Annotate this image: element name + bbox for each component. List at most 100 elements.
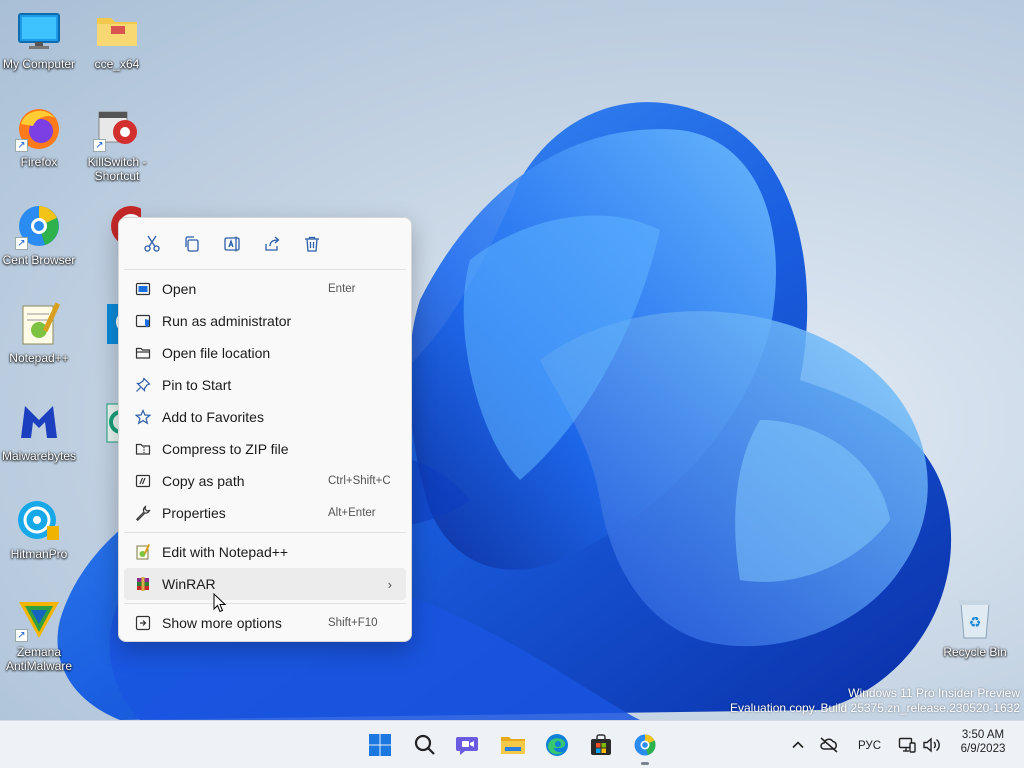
monitor-icon — [15, 6, 63, 54]
menu-item-edit-with-notepad-plus-plus[interactable]: Edit with Notepad++ — [124, 536, 406, 568]
menu-item-add-to-favorites[interactable]: Add to Favorites — [124, 401, 406, 433]
menu-item-open[interactable]: Open Enter — [124, 273, 406, 305]
menu-item-label: Compress to ZIP file — [162, 441, 289, 457]
zemana-icon: ↗ — [15, 594, 63, 642]
pin-icon — [136, 377, 151, 392]
taskbar-file-explorer-button[interactable] — [495, 729, 531, 761]
svg-text:♻: ♻ — [969, 615, 982, 631]
zip-icon — [135, 443, 151, 455]
tray-language[interactable]: РУС — [858, 740, 881, 752]
watermark-line-1: Windows 11 Pro Insider Preview — [848, 686, 1020, 700]
wrench-icon — [135, 505, 151, 521]
taskbar-search-button[interactable] — [407, 729, 443, 761]
desktop-icon-label: Malwarebytes — [1, 449, 77, 463]
cut-button[interactable] — [132, 226, 172, 262]
menu-item-label: Run as administrator — [162, 313, 292, 329]
context-menu: Open Enter Run as administrator Open fil… — [118, 217, 412, 642]
firefox-icon: ↗ — [15, 104, 63, 152]
desktop-icon-killswitch[interactable]: ↗ KillSwitch - Shortcut — [78, 98, 156, 190]
menu-item-compress-to-zip[interactable]: Compress to ZIP file — [124, 433, 406, 465]
cent-browser-icon — [634, 734, 656, 756]
chevron-right-icon: › — [387, 576, 392, 592]
menu-item-label: Copy as path — [162, 473, 245, 489]
menu-item-label: Properties — [162, 505, 226, 521]
menu-item-shortcut: Ctrl+Shift+C — [328, 475, 391, 487]
menu-item-shortcut: Shift+F10 — [328, 617, 378, 629]
shortcut-arrow-icon: ↗ — [15, 629, 28, 642]
folder-outline-icon — [135, 347, 151, 359]
cent-browser-icon: ↗ — [15, 202, 63, 250]
copy-icon — [185, 236, 199, 252]
taskbar-edge-button[interactable] — [539, 729, 575, 761]
menu-item-copy-as-path[interactable]: Copy as path Ctrl+Shift+C — [124, 465, 406, 497]
evaluation-watermark: Windows 11 Pro Insider Preview Evaluatio… — [730, 686, 1020, 716]
menu-item-show-more-options[interactable]: Show more options Shift+F10 — [124, 607, 406, 639]
mouse-cursor-icon — [213, 593, 227, 613]
desktop-icon-label: Zemana AntiMalware — [5, 645, 73, 673]
tray-network-button[interactable] — [814, 729, 844, 761]
desktop-icon-label: Cent Browser — [2, 253, 76, 267]
menu-separator — [124, 269, 406, 270]
notepad-plus-plus-icon — [136, 544, 151, 560]
copy-button[interactable] — [172, 226, 212, 262]
tray-volume-button[interactable] — [918, 729, 946, 761]
running-indicator — [641, 762, 649, 765]
menu-item-run-as-administrator[interactable]: Run as administrator — [124, 305, 406, 337]
star-icon — [135, 409, 151, 425]
desktop-icon-label: cce_x64 — [94, 57, 140, 71]
menu-item-label: Add to Favorites — [162, 409, 264, 425]
scissors-icon — [144, 235, 160, 252]
tray-show-hidden-icons[interactable] — [784, 729, 812, 761]
menu-item-label: Open — [162, 281, 197, 297]
taskbar: РУС 3:50 AM 6/9/2023 — [0, 720, 1024, 768]
watermark-line-2: Evaluation copy. Build 25375.zn_release.… — [730, 701, 1020, 715]
context-menu-toolbar — [124, 222, 406, 266]
rename-button[interactable] — [212, 226, 252, 262]
menu-item-shortcut: Alt+Enter — [328, 507, 376, 519]
windows-logo-icon — [369, 734, 391, 756]
share-button[interactable] — [252, 226, 292, 262]
shield-icon — [135, 314, 151, 328]
taskbar-store-button[interactable] — [583, 729, 619, 761]
folder-icon — [93, 6, 141, 54]
tray-date: 6/9/2023 — [960, 743, 1006, 755]
taskbar-chat-button[interactable] — [450, 729, 486, 761]
menu-item-winrar[interactable]: WinRAR › — [124, 568, 406, 600]
desktop-icon-firefox[interactable]: ↗ Firefox — [0, 98, 78, 190]
menu-item-label: Show more options — [162, 615, 282, 631]
menu-separator — [124, 532, 406, 533]
malwarebytes-icon — [15, 398, 63, 446]
taskbar-cent-browser-button[interactable] — [627, 729, 663, 765]
desktop-icon-label: KillSwitch - Shortcut — [87, 155, 147, 183]
desktop-icon-label: Notepad++ — [9, 351, 69, 365]
tray-display-button[interactable] — [893, 729, 921, 761]
taskbar-start-button[interactable] — [362, 729, 398, 761]
desktop-icon-malwarebytes[interactable]: Malwarebytes — [0, 392, 78, 484]
recycle-bin-icon: ♻ — [951, 594, 999, 642]
menu-item-label: Edit with Notepad++ — [162, 544, 289, 560]
desktop-icon-hitmanpro[interactable]: HitmanPro — [0, 490, 78, 582]
desktop-icon-cce-x64[interactable]: cce_x64 — [78, 0, 156, 92]
shortcut-arrow-icon: ↗ — [93, 139, 106, 152]
delete-button[interactable] — [292, 226, 332, 262]
menu-item-open-file-location[interactable]: Open file location — [124, 337, 406, 369]
desktop-icon-my-computer[interactable]: My Computer — [0, 0, 78, 92]
tray-clock[interactable]: 3:50 AM 6/9/2023 — [953, 729, 1013, 755]
desktop-icon-label: Recycle Bin — [943, 645, 1007, 659]
menu-item-properties[interactable]: Properties Alt+Enter — [124, 497, 406, 529]
share-icon — [265, 236, 280, 251]
desktop-icon-notepad-plus-plus[interactable]: Notepad++ — [0, 294, 78, 386]
desktop-icon-label: My Computer — [2, 57, 76, 71]
open-window-icon — [135, 282, 151, 296]
menu-item-pin-to-start[interactable]: Pin to Start — [124, 369, 406, 401]
desktop-icon-cent-browser[interactable]: ↗ Cent Browser — [0, 196, 78, 288]
menu-item-label: WinRAR — [162, 576, 216, 592]
desktop-icon-recycle-bin[interactable]: ♻ Recycle Bin — [936, 588, 1014, 680]
rename-icon — [224, 236, 240, 252]
trash-icon — [305, 236, 319, 252]
edge-icon — [546, 734, 568, 756]
search-icon — [414, 734, 435, 755]
desktop-icon-zemana[interactable]: ↗ Zemana AntiMalware — [0, 588, 78, 680]
menu-item-shortcut: Enter — [328, 283, 356, 295]
more-options-icon — [135, 615, 151, 631]
